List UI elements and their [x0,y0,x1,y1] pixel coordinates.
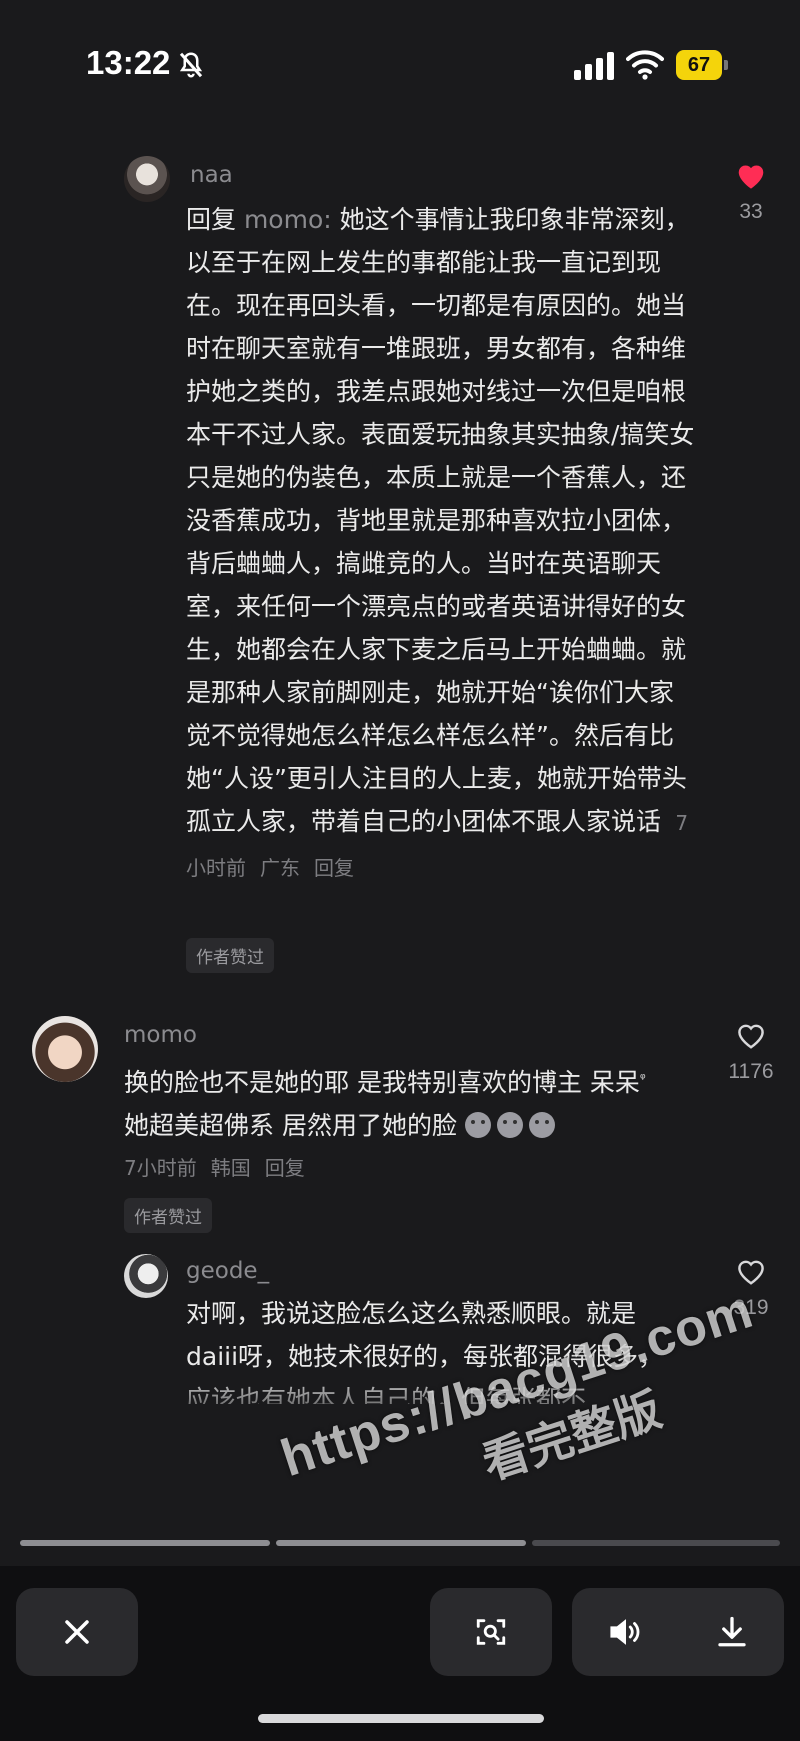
battery-level: 67 [676,50,722,80]
awkward-face-emoji [496,1112,523,1138]
volume-icon[interactable] [607,1615,645,1649]
wifi-icon [626,50,664,80]
avatar[interactable] [124,1254,168,1298]
comment-username[interactable]: naa [190,162,233,188]
reply-button[interactable]: 回复 [314,856,354,880]
home-indicator [258,1714,544,1723]
media-controls [572,1588,784,1676]
author-liked-badge: 作者赞过 [186,938,274,973]
close-button[interactable] [16,1588,138,1676]
comment-text: 回复 momo: 她这个事情让我印象非常深刻，以至于在网上发生的事都能让我一直记… [186,198,696,890]
close-icon [65,1620,89,1644]
progress-segment [532,1540,780,1546]
awkward-face-emoji [464,1112,491,1138]
comment-body-text: 换的脸也不是她的耶 是我特别喜欢的博主 呆呆 [124,1068,640,1097]
reply-prefix: 回复 [186,205,244,234]
progress-segment [20,1540,270,1546]
reply-button[interactable]: 回复 [265,1156,305,1180]
comment-body-text: 她这个事情让我印象非常深刻，以至于在网上发生的事都能让我一直记到现在。现在再回头… [186,205,695,836]
comment-meta: 7小时前 韩国 回复 [124,1152,319,1181]
avatar[interactable] [32,1016,98,1082]
avatar[interactable] [124,156,170,202]
bell-slash-icon [179,52,203,78]
heart-filled-icon [738,165,764,189]
scan-icon [476,1619,506,1645]
clock: 13:22 [86,44,171,81]
scan-button[interactable] [430,1588,552,1676]
author-liked-badge: 作者赞过 [124,1198,212,1233]
comment-time: 7小时前 [124,1156,197,1180]
like-button[interactable]: 33 [716,160,786,224]
reply-target-username[interactable]: momo: [244,205,332,234]
like-button[interactable]: 1176 [716,1020,786,1084]
like-count: 33 [739,200,763,223]
comment-username[interactable]: geode_ [186,1258,269,1284]
battery-icon: 67 [676,50,728,80]
comment-location: 韩国 [210,1156,251,1180]
status-bar: 13:22 67 [0,0,800,120]
download-icon[interactable] [714,1614,750,1650]
heart-outline-icon [738,1024,764,1049]
like-count: 1176 [728,1060,774,1083]
comment-location: 广东 [260,856,300,880]
search-suggestion-icon[interactable]: ᵠ [640,1071,646,1087]
comment-body-text-2: 她超美超佛系 居然用了她的脸 [124,1111,457,1140]
comment-text: 换的脸也不是她的耶 是我特别喜欢的博主 呆呆ᵠ 她超美超佛系 居然用了她的脸 [124,1058,694,1147]
cellular-signal-icon [574,52,614,80]
comment-username[interactable]: momo [124,1022,197,1048]
awkward-face-emoji [528,1112,555,1138]
